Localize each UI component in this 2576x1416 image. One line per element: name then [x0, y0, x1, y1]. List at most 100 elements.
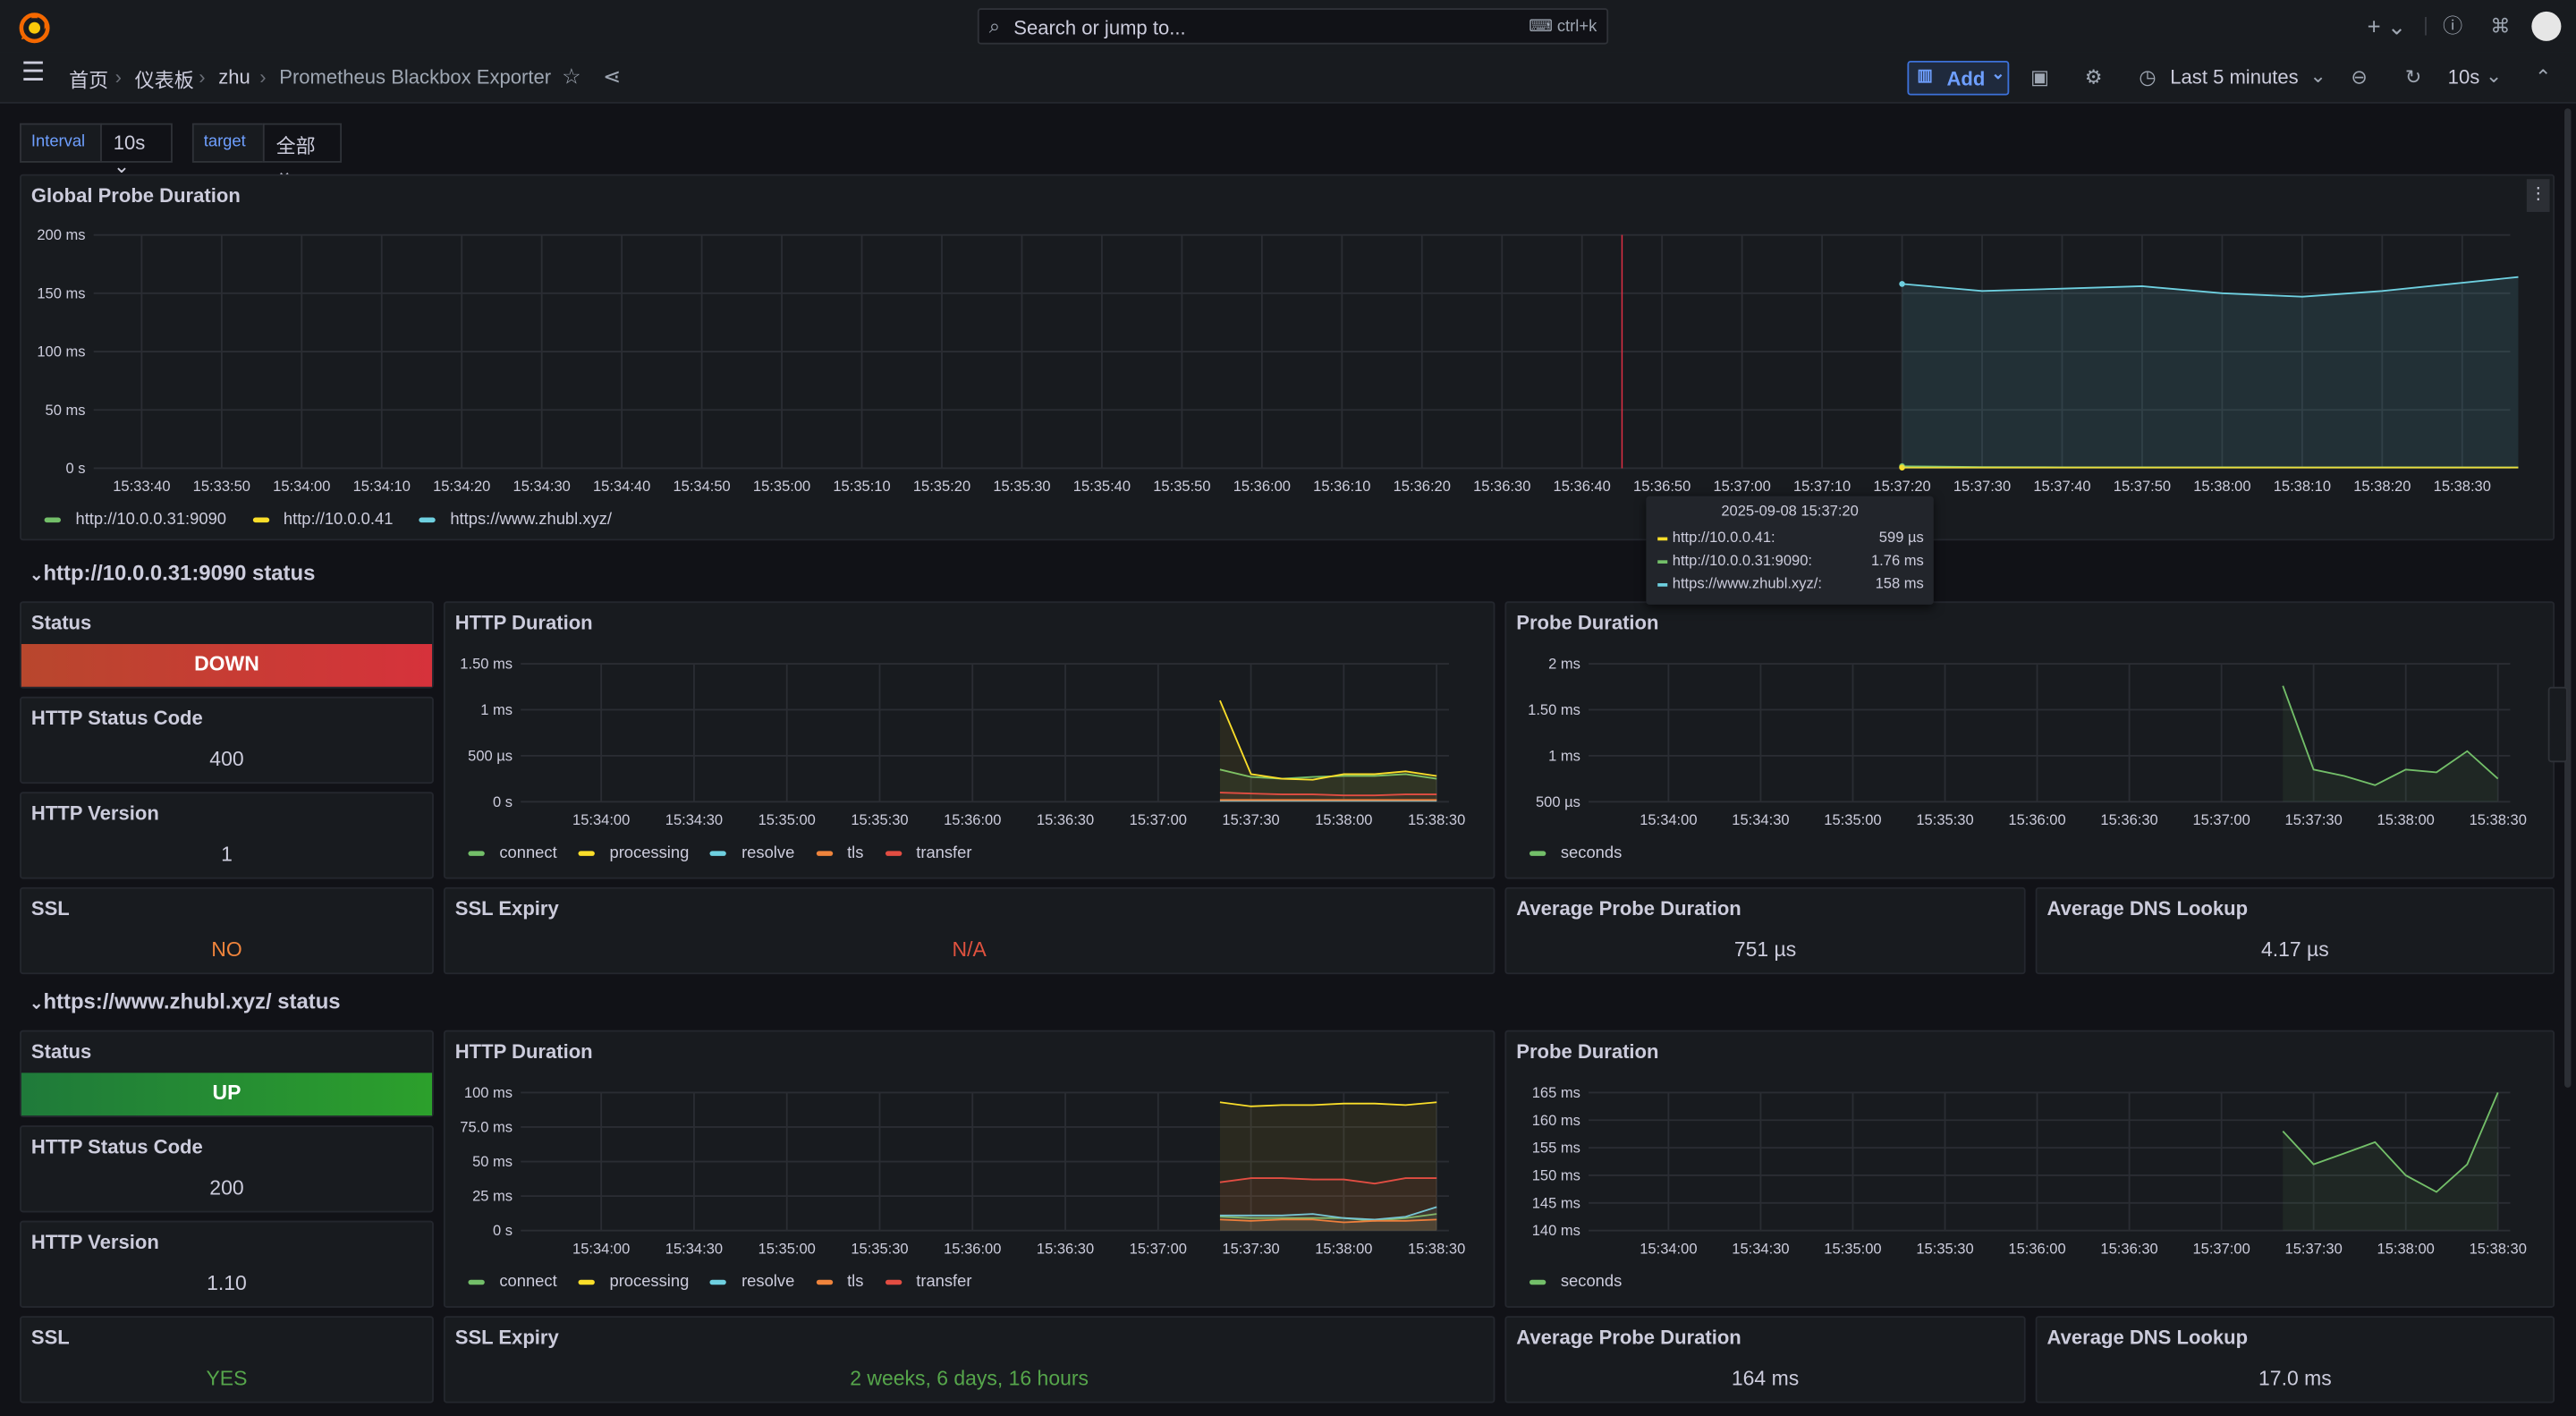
x-tick-label: 15:35:30 [851, 1240, 908, 1257]
x-tick-label: 15:38:30 [2470, 811, 2527, 828]
variable-select-interval[interactable]: 10s ⌄ [100, 123, 173, 177]
series-area [1902, 276, 2519, 469]
panel-title: Average DNS Lookup [2046, 896, 2249, 920]
y-tick-label: 1 ms [480, 701, 513, 718]
chevron-down-icon: ⌄ [1991, 65, 2005, 84]
breadcrumb-folder[interactable]: zhu [218, 65, 250, 89]
legend-item[interactable]: seconds [1529, 844, 1622, 862]
avg-probe-panel: Average Probe Duration 751 µs [1504, 886, 2026, 975]
legend-item[interactable]: transfer [885, 844, 971, 862]
add-button[interactable]: ▥ Add ⌄ [1907, 60, 2010, 96]
x-tick-label: 15:34:30 [513, 478, 571, 495]
x-tick-label: 15:36:30 [1037, 811, 1094, 828]
ssl-panel: SSL NO [20, 886, 434, 975]
share-icon[interactable]: ⋖ [603, 65, 621, 89]
status-panel: Status DOWN [20, 601, 434, 689]
chevron-down-icon[interactable]: ⌄ [2486, 64, 2502, 88]
collapse-icon[interactable]: ⌃ [2535, 65, 2551, 89]
x-tick-label: 15:37:10 [1793, 478, 1851, 495]
legend-item[interactable]: tls [816, 1273, 863, 1292]
ssl-expiry-panel: SSL Expiry N/A [443, 886, 1496, 975]
y-tick-label: 500 µs [468, 747, 513, 764]
x-tick-label: 15:35:40 [1073, 478, 1131, 495]
avg-dns-panel: Average DNS Lookup 17.0 ms [2035, 1316, 2555, 1403]
stat-value: 1 [221, 843, 233, 866]
x-tick-label: 15:36:20 [1394, 478, 1451, 495]
search-shortcut: ⌨ ctrl+k [1529, 18, 1597, 37]
x-tick-label: 15:37:00 [1130, 1240, 1187, 1257]
legend-item[interactable]: resolve [710, 1273, 794, 1292]
x-tick-label: 15:33:40 [113, 478, 170, 495]
y-tick-label: 100 ms [37, 343, 85, 360]
gear-icon[interactable]: ⚙ [2085, 65, 2103, 89]
x-tick-label: 15:37:30 [2285, 811, 2343, 828]
refresh-interval[interactable]: 10s [2448, 65, 2480, 89]
x-tick-label: 15:38:10 [2274, 478, 2331, 495]
news-icon[interactable]: ⌘ [2490, 15, 2510, 38]
breadcrumb-separator: › [199, 65, 206, 89]
search-input[interactable]: ⌕ Search or jump to... ⌨ ctrl+k [977, 8, 1609, 45]
breadcrumb-home[interactable]: 首页 [69, 65, 108, 93]
menu-icon[interactable]: ☰ [21, 60, 45, 86]
x-tick-label: 15:38:20 [2353, 478, 2411, 495]
http-duration-chart[interactable]: 100 ms 75.0 ms 50 ms 25 ms 0 s 15:34:00 15:34:… [444, 1030, 1495, 1308]
x-tick-label: 15:34:00 [1640, 1240, 1697, 1257]
x-tick-label: 15:37:00 [2192, 1240, 2250, 1257]
legend-item[interactable]: transfer [885, 1273, 971, 1292]
grafana-logo-icon[interactable] [18, 12, 51, 45]
x-tick-label: 15:36:30 [2100, 811, 2157, 828]
y-tick-label: 2 ms [1548, 656, 1580, 673]
scrollbar[interactable] [2564, 108, 2572, 1088]
legend-item[interactable]: connect [468, 844, 557, 862]
x-tick-label: 15:38:00 [1315, 811, 1372, 828]
x-tick-label: 15:34:30 [665, 811, 723, 828]
legend-item[interactable]: http://10.0.0.31:9090 [44, 511, 226, 529]
variable-select-target[interactable]: 全部 ⌄ [262, 123, 343, 182]
stat-value: 751 µs [1733, 937, 1797, 962]
legend-item[interactable]: https://www.zhubl.xyz/ [419, 511, 612, 529]
save-icon[interactable]: ▣ [2030, 65, 2049, 89]
new-menu-button[interactable]: + ⌄ [2368, 15, 2407, 38]
drag-handle[interactable] [2547, 686, 2568, 763]
chevron-down-icon[interactable]: ⌄ [2309, 64, 2326, 88]
legend-item[interactable]: processing [578, 844, 689, 862]
x-tick-label: 15:38:00 [2377, 1240, 2435, 1257]
avatar[interactable] [2531, 11, 2562, 41]
row-toggle-9090[interactable]: ⌄http://10.0.0.31:9090 status [30, 560, 315, 585]
x-tick-label: 15:34:30 [1732, 811, 1789, 828]
legend-item[interactable]: seconds [1529, 1273, 1622, 1292]
x-tick-label: 15:35:30 [1916, 1240, 1973, 1257]
x-tick-label: 15:36:00 [944, 811, 1001, 828]
help-icon[interactable]: ⓘ [2443, 15, 2462, 38]
x-tick-label: 15:34:00 [273, 478, 330, 495]
stat-value: N/A [952, 937, 987, 962]
http-duration-legend: connect processing resolve tls transfer [468, 844, 993, 862]
legend-item[interactable]: http://10.0.0.41 [251, 511, 393, 529]
row-toggle-zhubl[interactable]: ⌄https://www.zhubl.xyz/ status [30, 989, 341, 1014]
panel-title: Average DNS Lookup [2046, 1326, 2249, 1349]
legend-item[interactable]: tls [816, 844, 863, 862]
legend-item[interactable]: resolve [710, 844, 794, 862]
search-icon: ⌕ [988, 14, 1001, 38]
search-placeholder: Search or jump to... [1013, 16, 1186, 40]
x-tick-label: 15:37:30 [1222, 811, 1279, 828]
x-tick-label: 15:35:10 [833, 478, 890, 495]
panel-title: HTTP Version [30, 1230, 159, 1254]
legend-item[interactable]: connect [468, 1273, 557, 1292]
http-status-code-panel: HTTP Status Code 200 [20, 1125, 434, 1213]
zoom-out-icon[interactable]: ⊖ [2351, 65, 2367, 89]
probe-duration-legend: seconds [1529, 844, 1643, 862]
time-range-picker[interactable]: Last 5 minutes [2170, 65, 2298, 89]
http-duration-chart[interactable]: 1.50 ms 1 ms 500 µs 0 s 15:34:00 15:34:30 15:3… [444, 601, 1495, 878]
breadcrumb-dashboards[interactable]: 仪表板 [135, 65, 194, 93]
legend-item[interactable]: processing [578, 1273, 689, 1292]
refresh-icon[interactable]: ↻ [2405, 65, 2421, 89]
probe-duration-chart[interactable]: 2 ms 1.50 ms 1 ms 500 µs 15:34:00 15:34:30 15:… [1504, 601, 2555, 878]
x-tick-label: 15:34:50 [673, 478, 730, 495]
panel-title: Status [30, 611, 92, 634]
global-probe-chart[interactable]: 200 ms 150 ms 100 ms 50 ms 0 s 15:33:40 15:33:… [0, 174, 2576, 541]
star-icon[interactable]: ☆ [562, 65, 580, 89]
x-tick-label: 15:35:50 [1153, 478, 1210, 495]
probe-duration-chart[interactable]: 165 ms 160 ms 155 ms 150 ms 145 ms 140 ms 15:3… [1504, 1030, 2555, 1308]
x-tick-label: 15:37:00 [1713, 478, 1770, 495]
